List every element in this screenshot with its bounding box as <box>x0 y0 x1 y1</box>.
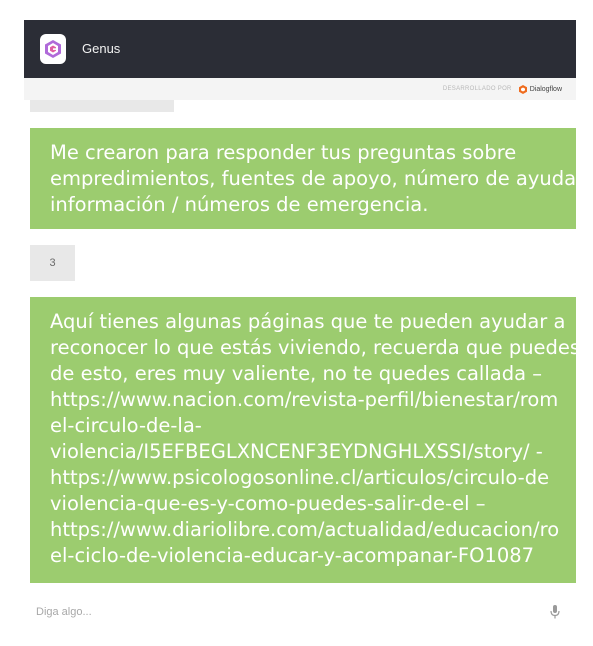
powered-by-label: DESARROLLADO POR <box>442 86 512 92</box>
message-link-line[interactable]: el-circulo-de-la- <box>50 413 576 439</box>
message-line: Aquí tienes algunas páginas que te puede… <box>50 310 566 333</box>
message-link-line[interactable]: https://www.psicologosonline.cl/articulo… <box>50 465 576 491</box>
app-name: Genus <box>82 41 121 56</box>
bot-message: Aquí tienes algunas páginas que te puede… <box>30 297 576 583</box>
dialogflow-name: Dialogflow <box>529 85 562 93</box>
message-link-line[interactable]: https://www.diariolibre.com/actualidad/e… <box>50 517 576 543</box>
chat-window: Genus DESARROLLADO POR Dialogflow Me cre… <box>24 20 576 626</box>
message-input-bar <box>24 596 576 626</box>
genus-logo <box>40 34 66 64</box>
message-line: información / números de emergencia. <box>50 193 429 216</box>
message-link-line[interactable]: violencia/I5EFBEGLXNCENF3EYDNGHLXSSI/sto… <box>50 439 576 465</box>
message-line: empredimientos, fuentes de apoyo, número… <box>50 167 576 190</box>
message-line: Me crearon para responder tus preguntas … <box>50 141 517 164</box>
message-link-line[interactable]: https://www.nacion.com/revista-perfil/bi… <box>50 387 576 413</box>
message-line: reconocer lo que estás viviendo, recuerd… <box>50 336 576 359</box>
message-link-line[interactable]: violencia-que-es-y-como-puedes-salir-de-… <box>50 491 576 517</box>
chat-header: Genus <box>24 20 576 78</box>
message-line: de esto, eres muy valiente, no te quedes… <box>50 362 542 385</box>
bot-message: Me crearon para responder tus preguntas … <box>30 128 576 229</box>
microphone-icon[interactable] <box>548 604 562 620</box>
message-link-line[interactable]: el-ciclo-de-violencia-educar-y-acompanar… <box>50 543 576 569</box>
powered-by-bar: DESARROLLADO POR Dialogflow <box>24 78 576 100</box>
genus-logo-icon <box>45 40 61 58</box>
dialogflow-logo[interactable]: Dialogflow <box>518 84 562 94</box>
message-input[interactable] <box>34 600 518 624</box>
user-message: 3 <box>30 245 75 281</box>
previous-message-fragment <box>30 100 174 112</box>
dialogflow-icon <box>518 84 527 94</box>
